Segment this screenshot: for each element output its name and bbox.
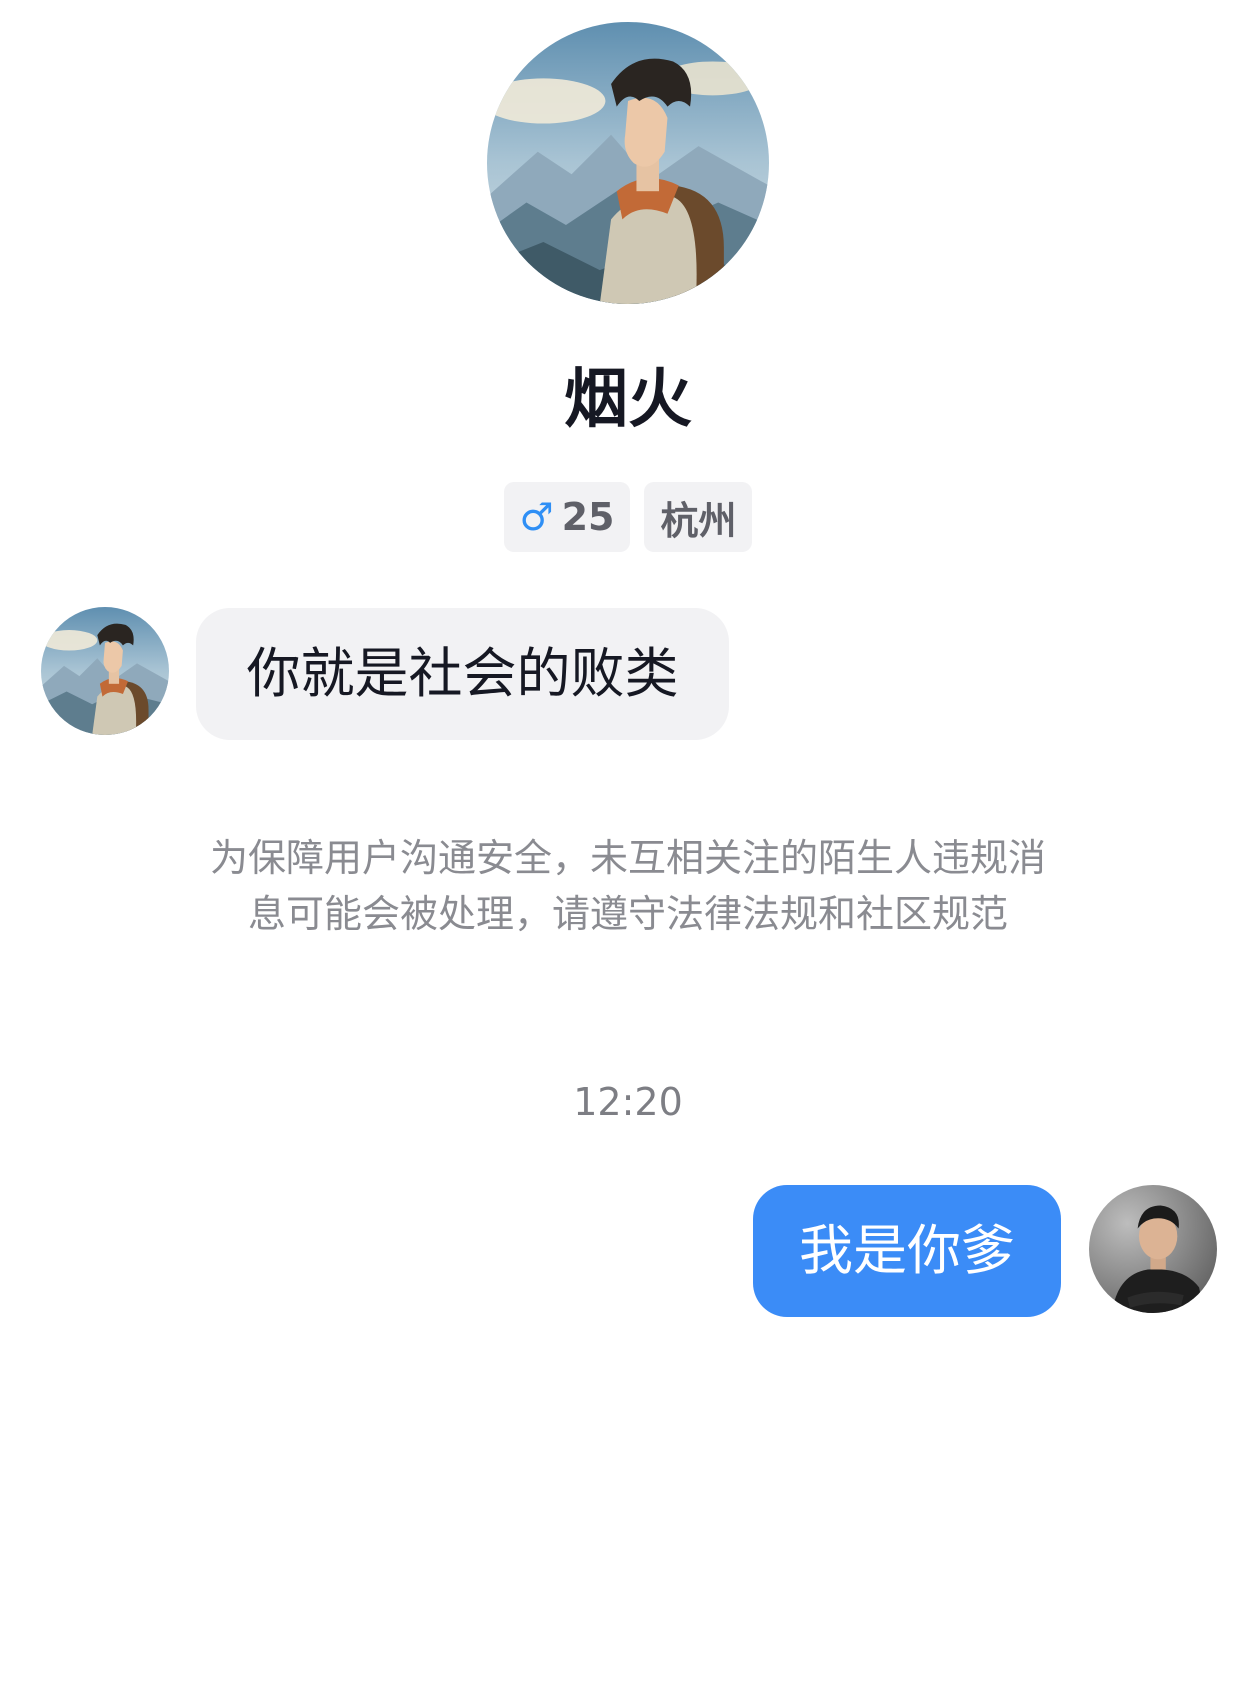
incoming-message-text: 你就是社会的败类 bbox=[246, 642, 679, 705]
my-avatar-image bbox=[1089, 1185, 1217, 1313]
age-label: 25 bbox=[561, 495, 615, 539]
city-label: 杭州 bbox=[660, 498, 737, 543]
incoming-message-bubble[interactable]: 你就是社会的败类 bbox=[196, 608, 729, 740]
profile-name: 烟火 bbox=[564, 363, 692, 437]
my-avatar[interactable] bbox=[1089, 1185, 1217, 1313]
male-icon: ♂ bbox=[519, 495, 554, 539]
city-tag: 杭州 bbox=[644, 482, 753, 552]
outgoing-message-text: 我是你爹 bbox=[799, 1219, 1015, 1282]
profile-avatar[interactable] bbox=[487, 22, 769, 304]
outgoing-message-bubble[interactable]: 我是你爹 bbox=[753, 1185, 1061, 1317]
gender-age-tag: ♂ 25 bbox=[503, 482, 631, 552]
sender-avatar[interactable] bbox=[41, 607, 169, 735]
profile-avatar-image bbox=[487, 22, 769, 304]
sender-avatar-image bbox=[41, 607, 169, 735]
message-timestamp: 12:20 bbox=[573, 1080, 683, 1124]
profile-tags: ♂ 25 杭州 bbox=[0, 482, 1256, 552]
safety-notice: 为保障用户沟通安全，未互相关注的陌生人违规消息可能会被处理，请遵守法律法规和社区… bbox=[209, 836, 1046, 936]
